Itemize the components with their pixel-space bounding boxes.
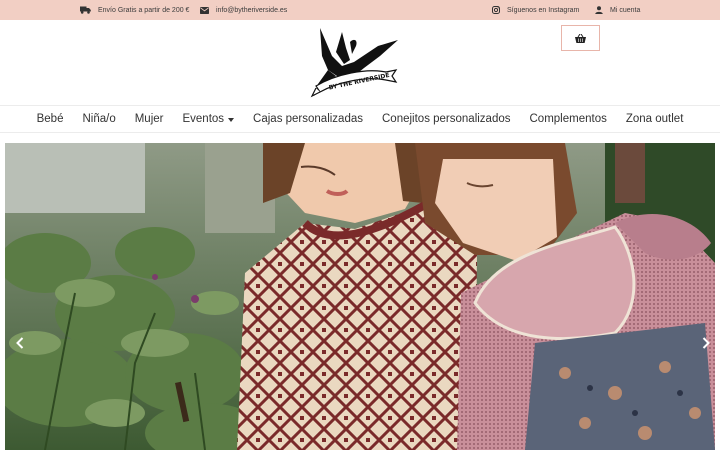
- nav-item-conejitos-personalizados[interactable]: Conejitos personalizados: [382, 113, 511, 125]
- main-navigation: Bebé Niña/o Mujer Eventos Cajas personal…: [0, 105, 720, 133]
- instagram-icon: [492, 6, 500, 14]
- slider-next-button[interactable]: [699, 335, 713, 351]
- nav-item-bebe[interactable]: Bebé: [37, 113, 64, 125]
- email-link[interactable]: info@bytheriverside.es: [200, 0, 287, 20]
- nav-item-complementos[interactable]: Complementos: [530, 113, 607, 125]
- nav-item-nina-o[interactable]: Niña/o: [82, 113, 115, 125]
- truck-icon: [80, 6, 91, 14]
- nav-item-mujer[interactable]: Mujer: [135, 113, 164, 125]
- hero-slider: [5, 143, 715, 450]
- instagram-link[interactable]: Síguenos en Instagram: [492, 0, 579, 20]
- cart-button[interactable]: [561, 25, 600, 51]
- chevron-right-icon: [702, 337, 710, 349]
- instagram-text[interactable]: Síguenos en Instagram: [507, 7, 579, 14]
- slider-prev-button[interactable]: [13, 335, 27, 351]
- shipping-notice: Envío Gratis a partir de 200 €: [80, 0, 189, 20]
- chevron-down-icon[interactable]: [228, 117, 235, 122]
- nav-item-eventos[interactable]: Eventos: [182, 113, 235, 125]
- account-text[interactable]: Mi cuenta: [610, 7, 640, 14]
- brand-logo[interactable]: BY THE RIVERSIDE: [306, 26, 402, 100]
- user-icon: [595, 6, 603, 14]
- email-text[interactable]: info@bytheriverside.es: [216, 7, 287, 14]
- nav-item-zona-outlet[interactable]: Zona outlet: [626, 113, 684, 125]
- nav-item-cajas-personalizadas[interactable]: Cajas personalizadas: [253, 113, 363, 125]
- chevron-left-icon: [16, 337, 24, 349]
- hero-image: [5, 143, 715, 450]
- account-link[interactable]: Mi cuenta: [595, 0, 640, 20]
- top-bar: Envío Gratis a partir de 200 € info@byth…: [0, 0, 720, 20]
- envelope-icon: [200, 6, 209, 14]
- shipping-text: Envío Gratis a partir de 200 €: [98, 6, 190, 14]
- site-header: BY THE RIVERSIDE: [0, 20, 720, 106]
- basket-icon: [575, 33, 586, 43]
